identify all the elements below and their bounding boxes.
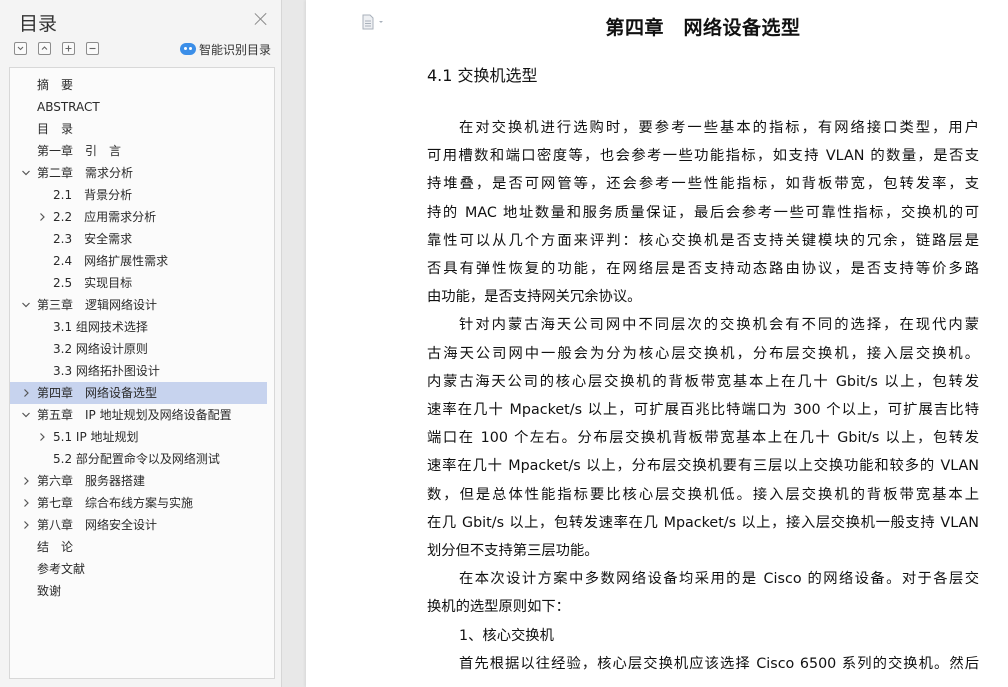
toc-item-label: 2.3 安全需求 bbox=[53, 232, 133, 246]
body-text-line: 速率在几十 Mpacket/s 以上，可扩展百兆比特端口为 300 个以上，可扩… bbox=[427, 402, 979, 418]
body-text-line: 划分但不支持第三层功能。 bbox=[427, 543, 599, 559]
smart-recognize-button[interactable]: 智能识别目录 bbox=[180, 40, 271, 58]
chevron-down-icon[interactable] bbox=[21, 168, 31, 178]
toc-item[interactable]: 5.1 IP 地址规划 bbox=[10, 426, 267, 448]
toc-item-label: 5.2 部分配置命令以及网络测试 bbox=[53, 452, 220, 466]
toc-item-label: 第二章 需求分析 bbox=[37, 166, 134, 180]
toc-item[interactable]: 第三章 逻辑网络设计 bbox=[10, 294, 267, 316]
expand-up-icon[interactable] bbox=[38, 42, 51, 55]
toc-item-label: 摘 要 bbox=[37, 78, 74, 92]
body-text-line: 换机的选型原则如下： bbox=[427, 599, 570, 615]
body-text-line: 1、核心交换机 bbox=[459, 628, 554, 644]
body-text-line: 端口在 100 个左右。分布层交换机背板带宽基本上在几十 Gbit/s 以上，包… bbox=[427, 430, 979, 446]
toc-item[interactable]: 摘 要 bbox=[10, 74, 267, 96]
toc-item[interactable]: 目 录 bbox=[10, 118, 267, 140]
toc-item[interactable]: 第一章 引 言 bbox=[10, 140, 267, 162]
chevron-right-icon[interactable] bbox=[21, 388, 31, 398]
toc-item[interactable]: 第五章 IP 地址规划及网络设备配置 bbox=[10, 404, 267, 426]
remove-heading-icon[interactable] bbox=[86, 42, 99, 55]
body-text-line: 持的 MAC 地址数量和服务质量保证，最后会参考一些可靠性指标，交换机的可 bbox=[427, 205, 979, 221]
toc-item-label: 结 论 bbox=[37, 540, 74, 554]
toc-item[interactable]: 第七章 综合布线方案与实施 bbox=[10, 492, 267, 514]
toc-item-label: ABSTRACT bbox=[37, 100, 100, 114]
toc-item[interactable]: 2.1 背景分析 bbox=[10, 184, 267, 206]
chevron-right-icon[interactable] bbox=[21, 520, 31, 530]
toc-item[interactable]: 结 论 bbox=[10, 536, 267, 558]
toc-item-label: 2.2 应用需求分析 bbox=[53, 210, 157, 224]
toc-item-label: 参考文献 bbox=[37, 562, 86, 576]
toc-item-label: 第四章 网络设备选型 bbox=[37, 386, 158, 400]
toc-item-label: 致谢 bbox=[37, 584, 62, 598]
body-text-line: 可用槽数和端口密度等，也会参考一些功能指标，如支持 VLAN 的数量，是否支 bbox=[427, 148, 979, 164]
close-icon[interactable] bbox=[254, 12, 268, 26]
toc-item[interactable]: 2.4 网络扩展性需求 bbox=[10, 250, 267, 272]
toc-item-label: 2.5 实现目标 bbox=[53, 276, 133, 290]
body-text-line: 由功能，是否支持网关冗余协议。 bbox=[427, 289, 642, 305]
toc-item-label: 3.3 网络拓扑图设计 bbox=[53, 364, 160, 378]
toc-list: 摘 要 ABSTRACT 目 录第一章 引 言第二章 需求分析 2.1 背景分析 2.2… bbox=[9, 67, 275, 679]
toc-item[interactable]: 3.2 网络设计原则 bbox=[10, 338, 267, 360]
toc-item-label: 第八章 网络安全设计 bbox=[37, 518, 158, 532]
chapter-title: 第四章 网络设备选型 bbox=[605, 17, 801, 39]
body-text-line: 数，但是总体性能指标要比核心层交换机低。接入层交换机的背板带宽基本上 bbox=[427, 487, 979, 503]
toc-item[interactable]: 参考文献 bbox=[10, 558, 267, 580]
chevron-down-icon[interactable] bbox=[21, 300, 31, 310]
body-text-line: 古海天公司网中一般会为分为核心层交换机，分布层交换机，接入层交换机。 bbox=[427, 346, 979, 362]
toc-item-label: 第一章 引 言 bbox=[37, 144, 122, 158]
chevron-right-icon[interactable] bbox=[21, 476, 31, 486]
toc-item-label: 第七章 综合布线方案与实施 bbox=[37, 496, 194, 510]
chevron-right-icon[interactable] bbox=[21, 498, 31, 508]
chevron-down-icon[interactable] bbox=[21, 410, 31, 420]
toc-title: 目录 bbox=[19, 13, 58, 35]
toc-item[interactable]: 3.1 组网技术选择 bbox=[10, 316, 267, 338]
robot-icon bbox=[180, 43, 196, 55]
toc-item-label: 3.1 组网技术选择 bbox=[53, 320, 148, 334]
body-text-line: 否具有弹性恢复的功能，在网络层是否支持动态路由协议，是否支持等价多路 bbox=[427, 261, 979, 277]
collapse-all-icon[interactable] bbox=[14, 42, 27, 55]
toc-item[interactable]: 5.2 部分配置命令以及网络测试 bbox=[10, 448, 267, 470]
toc-item[interactable]: 第二章 需求分析 bbox=[10, 162, 267, 184]
smart-recognize-label: 智能识别目录 bbox=[199, 42, 272, 57]
toc-item[interactable]: 第六章 服务器搭建 bbox=[10, 470, 267, 492]
body-text-line: 在本次设计方案中多数网络设备均采用的是 Cisco 的网络设备。对于各层交 bbox=[459, 571, 979, 587]
toc-item[interactable]: 致谢 bbox=[10, 580, 267, 602]
toc-item[interactable]: 2.3 安全需求 bbox=[10, 228, 267, 250]
toc-item-label: 第三章 逻辑网络设计 bbox=[37, 298, 158, 312]
toc-item[interactable]: 2.2 应用需求分析 bbox=[10, 206, 267, 228]
toc-item-label: 3.2 网络设计原则 bbox=[53, 342, 148, 356]
toc-item-label: 2.4 网络扩展性需求 bbox=[53, 254, 169, 268]
toc-item-label: 2.1 背景分析 bbox=[53, 188, 133, 202]
chevron-right-icon[interactable] bbox=[37, 432, 47, 442]
toc-item-label: 目 录 bbox=[37, 122, 74, 136]
add-heading-icon[interactable] bbox=[62, 42, 75, 55]
body-text-line: 在几 Gbit/s 以上，包转发速率在几 Mpacket/s 以上，接入层交换机… bbox=[427, 515, 979, 531]
toc-item[interactable]: ABSTRACT bbox=[10, 96, 267, 118]
body-text-line: 针对内蒙古海天公司网中不同层次的交换机会有不同的选择，在现代内蒙 bbox=[459, 317, 979, 333]
body-text-line: 速率在几十 Mpacket/s 以上，分布层交换机要有三层以上交换功能和较多的 … bbox=[427, 458, 979, 474]
toc-item-label: 第五章 IP 地址规划及网络设备配置 bbox=[37, 408, 232, 422]
toc-item[interactable]: 2.5 实现目标 bbox=[10, 272, 267, 294]
toc-item[interactable]: 第八章 网络安全设计 bbox=[10, 514, 267, 536]
toc-item[interactable]: 第四章 网络设备选型 bbox=[10, 382, 267, 404]
toc-panel: 目录 智能识别目录 摘 要 ABSTRACT 目 录第一章 引 言第二章 需求分析 2… bbox=[0, 0, 282, 687]
body-text-line: 持堆叠，是否可网管等，还会参考一些性能指标，如背板带宽，包转发率，支 bbox=[427, 176, 979, 192]
chevron-right-icon[interactable] bbox=[37, 212, 47, 222]
body-text-line: 靠性可以从几个方面来评判：核心交换机是否支持关键模块的冗余，链路层是 bbox=[427, 233, 979, 249]
toc-item-label: 第六章 服务器搭建 bbox=[37, 474, 146, 488]
toc-item-label: 5.1 IP 地址规划 bbox=[53, 430, 139, 444]
body-text-line: 首先根据以往经验，核心层交换机应该选择 Cisco 6500 系列的交换机。然后 bbox=[459, 656, 979, 672]
body-text-line: 在对交换机进行选购时，要参考一些基本的指标，有网络接口类型，用户 bbox=[459, 120, 979, 136]
section-title: 4.1 交换机选型 bbox=[427, 66, 538, 85]
body-text-line: 内蒙古海天公司的核心层交换机的背板带宽基本上在几十 Gbit/s 以上，包转发 bbox=[427, 374, 979, 390]
toc-item[interactable]: 3.3 网络拓扑图设计 bbox=[10, 360, 267, 382]
